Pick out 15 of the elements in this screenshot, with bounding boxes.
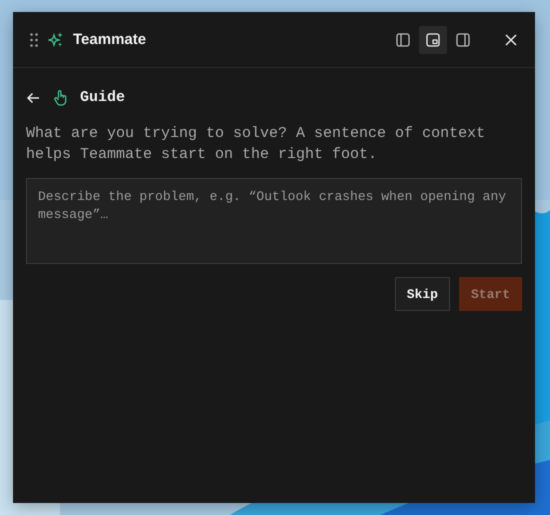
panel-left-icon: [396, 32, 410, 46]
window-title: Teammate: [73, 31, 146, 48]
prompt-text: What are you trying to solve? A sentence of context helps Teammate start on the right foot.: [26, 124, 486, 165]
back-button[interactable]: [26, 92, 40, 104]
hand-pointer-icon: [54, 90, 68, 106]
drag-handle-icon[interactable]: [30, 32, 38, 46]
page-title: Guide: [80, 89, 126, 106]
arrow-left-icon: [26, 92, 40, 104]
skip-button[interactable]: Skip: [394, 277, 450, 311]
float-window-button[interactable]: [419, 26, 447, 54]
close-icon: [505, 34, 517, 46]
panel-right-icon: [456, 32, 470, 46]
sparkle-icon: [48, 32, 63, 47]
problem-field[interactable]: Describe the problem, e.g. “Outlook crashes when opening any message”…: [26, 178, 522, 264]
picture-in-picture-icon: [426, 32, 440, 46]
